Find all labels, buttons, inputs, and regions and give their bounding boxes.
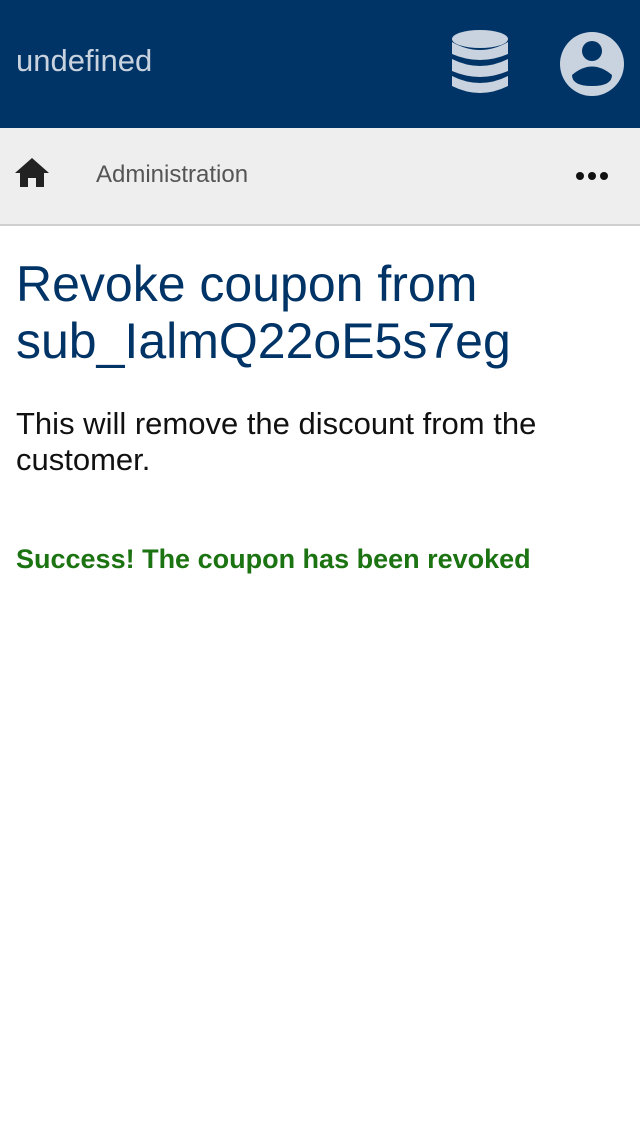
database-icon (452, 30, 508, 93)
home-button[interactable] (12, 154, 52, 194)
account-circle-icon (560, 32, 624, 96)
success-message: Success! The coupon has been revoked (16, 544, 531, 574)
more-horizontal-icon (576, 172, 608, 180)
app-title: undefined (16, 43, 153, 78)
main-content: Revoke coupon from sub_IalmQ22oE5s7eg Th… (16, 256, 624, 576)
nav-bar: Administration (0, 128, 640, 226)
more-options-button[interactable] (568, 158, 616, 194)
home-icon (15, 158, 49, 187)
app-header: undefined (0, 0, 640, 128)
breadcrumb-administration[interactable]: Administration (96, 159, 248, 191)
account-button[interactable] (558, 30, 626, 98)
database-button[interactable] (446, 28, 514, 100)
page-description: This will remove the discount from the c… (16, 406, 537, 477)
page-title: Revoke coupon from sub_IalmQ22oE5s7eg (16, 256, 511, 369)
